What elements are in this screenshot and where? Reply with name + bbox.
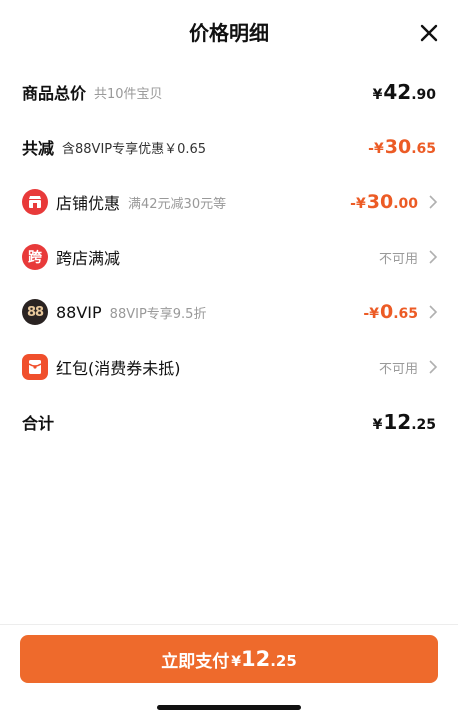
page-title: 价格明细: [189, 21, 269, 45]
vip-label: 88VIP: [56, 302, 102, 322]
total-discount-note: 含88VIP专享优惠￥0.65: [62, 141, 207, 157]
sum-amount: ¥12.25: [372, 410, 436, 434]
store-discount-note: 满42元减30元等: [128, 196, 227, 212]
store-icon: [22, 189, 48, 215]
goods-total-row: 商品总价 共10件宝贝 ¥42.90: [0, 72, 458, 112]
goods-count-note: 共10件宝贝: [94, 86, 163, 102]
red-packet-icon: [22, 354, 48, 380]
vip-note: 88VIP专享9.5折: [109, 306, 207, 322]
cross-store-label: 跨店满减: [56, 249, 121, 268]
vip-row[interactable]: 88 88VIP 88VIP专享9.5折 -¥ 0.65: [0, 292, 458, 332]
store-discount-amount: -¥ 30.00: [350, 191, 418, 213]
sum-label: 合计: [22, 414, 55, 433]
vip-discount-amount: -¥ 0.65: [363, 301, 418, 323]
red-packet-label: 红包(消费券未抵): [56, 359, 181, 378]
home-indicator: [157, 705, 301, 710]
cross-store-status: 不可用: [378, 251, 418, 267]
cross-store-icon: 跨: [22, 244, 48, 270]
chevron-right-icon: [429, 360, 438, 374]
goods-total-price: ¥42.90: [372, 80, 436, 104]
goods-total-label: 商品总价: [22, 84, 87, 103]
header: 价格明细: [0, 0, 458, 64]
total-discount-row: 共减 含88VIP专享优惠￥0.65 -¥ 30.65: [0, 127, 458, 167]
store-discount-label: 店铺优惠: [56, 194, 121, 213]
chevron-right-icon: [429, 250, 438, 264]
footer-divider: [0, 624, 458, 625]
total-discount-amount: -¥ 30.65: [368, 136, 436, 158]
store-discount-row[interactable]: 店铺优惠 满42元减30元等 -¥ 30.00: [0, 182, 458, 222]
cross-store-row[interactable]: 跨 跨店满减 不可用: [0, 237, 458, 277]
close-icon[interactable]: [418, 22, 440, 44]
chevron-right-icon: [429, 305, 438, 319]
pay-now-amount: ¥12.25: [231, 647, 297, 671]
pay-now-button[interactable]: 立即支付 ¥12.25: [20, 635, 438, 683]
pay-now-label: 立即支付: [161, 651, 230, 672]
red-packet-row[interactable]: 红包(消费券未抵) 不可用: [0, 347, 458, 387]
total-discount-label: 共减: [22, 139, 55, 158]
red-packet-status: 不可用: [378, 361, 418, 377]
vip-88-icon: 88: [22, 299, 48, 325]
chevron-right-icon: [429, 195, 438, 209]
sum-row: 合计 ¥12.25: [0, 402, 458, 442]
